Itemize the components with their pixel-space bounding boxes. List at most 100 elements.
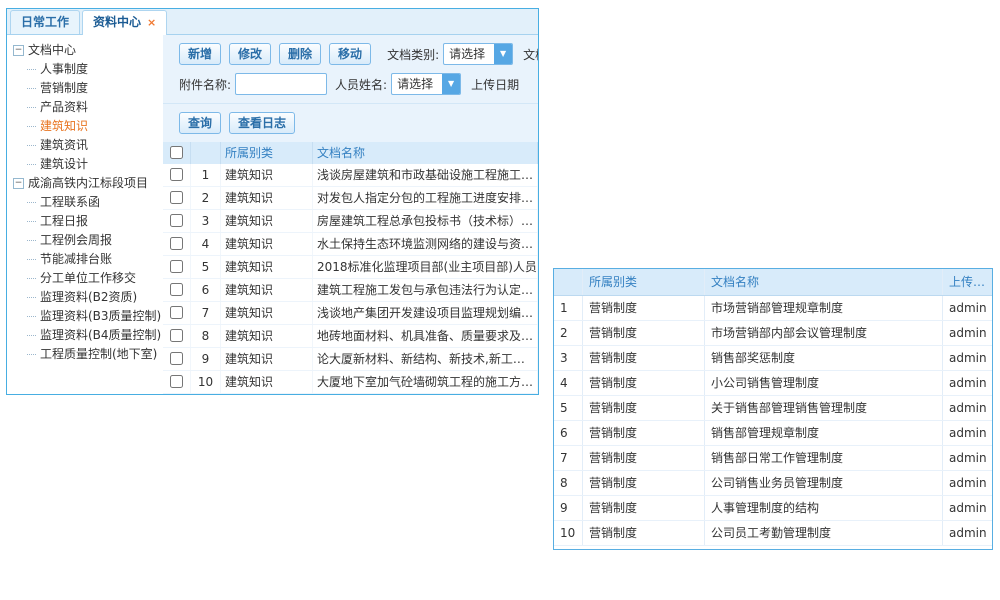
table-row[interactable]: 8 建筑知识 地砖地面材料、机具准备、质量要求及… (163, 325, 538, 348)
tree-node[interactable]: 监理资料(B4质量控制) (7, 326, 163, 345)
table-row[interactable]: 4 建筑知识 水土保持生态环境监测网络的建设与资… (163, 233, 538, 256)
row-category: 营销制度 (582, 421, 704, 445)
table-row[interactable]: 3 营销制度 销售部奖惩制度 admin (554, 346, 992, 371)
table-row[interactable]: 2 营销制度 市场营销部内部会议管理制度 admin (554, 321, 992, 346)
row-category: 营销制度 (582, 521, 704, 545)
tree-node-label: 人事制度 (40, 62, 88, 76)
tab-daily-work[interactable]: 日常工作 (10, 10, 80, 34)
modify-button[interactable]: 修改 (229, 43, 271, 65)
table-row[interactable]: 1 建筑知识 浅谈房屋建筑和市政基础设施工程施工… (163, 164, 538, 187)
view-log-button[interactable]: 查看日志 (229, 112, 295, 134)
tree-node[interactable]: 工程日报 (7, 212, 163, 231)
table-row[interactable]: 1 营销制度 市场营销部管理规章制度 admin (554, 296, 992, 321)
row-docname: 销售部奖惩制度 (704, 346, 942, 370)
dropdown-arrow-icon[interactable]: ▼ (442, 74, 460, 94)
delete-button[interactable]: 删除 (279, 43, 321, 65)
row-docname: 公司销售业务员管理制度 (704, 471, 942, 495)
tree-node-label: 建筑资讯 (40, 138, 88, 152)
row-checkbox[interactable] (170, 329, 183, 342)
row-category: 营销制度 (582, 446, 704, 470)
person-name-select[interactable]: 请选择 ▼ (391, 73, 461, 95)
table-row[interactable]: 10 建筑知识 大厦地下室加气砼墙砌筑工程的施工方… (163, 371, 538, 394)
row-category: 建筑知识 (221, 256, 313, 278)
table-row[interactable]: 8 营销制度 公司销售业务员管理制度 admin (554, 471, 992, 496)
row-number: 6 (191, 279, 221, 301)
tree-node-project-root[interactable]: −成渝高铁内江标段项目 (7, 174, 163, 193)
add-button[interactable]: 新增 (179, 43, 221, 65)
move-button[interactable]: 移动 (329, 43, 371, 65)
tree-node-label: 文档中心 (28, 43, 76, 57)
row-category: 营销制度 (582, 471, 704, 495)
row-checkbox[interactable] (170, 168, 183, 181)
collapse-icon[interactable]: − (13, 45, 24, 56)
row-docname: 销售部日常工作管理制度 (704, 446, 942, 470)
table-row[interactable]: 2 建筑知识 对发包人指定分包的工程施工进度安排… (163, 187, 538, 210)
attachment-name-input[interactable] (235, 73, 327, 95)
table-row[interactable]: 9 建筑知识 论大厦新材料、新结构、新技术,新工… (163, 348, 538, 371)
row-category: 营销制度 (582, 321, 704, 345)
row-checkbox[interactable] (170, 306, 183, 319)
row-category: 建筑知识 (221, 164, 313, 186)
tree-node[interactable]: 产品资料 (7, 98, 163, 117)
tree-node-label: 成渝高铁内江标段项目 (28, 176, 148, 190)
table-row[interactable]: 4 营销制度 小公司销售管理制度 admin (554, 371, 992, 396)
row-docname: 浅谈房屋建筑和市政基础设施工程施工… (313, 164, 538, 186)
tree-node-selected[interactable]: 建筑知识 (7, 117, 163, 136)
tab-data-center[interactable]: 资料中心 × (82, 10, 167, 35)
tree-node[interactable]: 节能减排台账 (7, 250, 163, 269)
toolbar-row: 新增 修改 删除 移动 文档类别: 请选择 ▼ 文档 (179, 43, 538, 65)
row-checkbox[interactable] (170, 375, 183, 388)
table-row[interactable]: 6 营销制度 销售部管理规章制度 admin (554, 421, 992, 446)
tree-node[interactable]: 分工单位工作移交 (7, 269, 163, 288)
tree-node[interactable]: 工程质量控制(地下室) (7, 345, 163, 364)
table-row[interactable]: 7 营销制度 销售部日常工作管理制度 admin (554, 446, 992, 471)
row-number: 8 (554, 471, 582, 495)
tree-node[interactable]: 建筑设计 (7, 155, 163, 174)
row-checkbox[interactable] (170, 191, 183, 204)
row-uploader: admin (942, 471, 992, 495)
row-number: 1 (554, 296, 582, 320)
table-row[interactable]: 3 建筑知识 房屋建筑工程总承包投标书（技术标）… (163, 210, 538, 233)
tree-node[interactable]: 工程联系函 (7, 193, 163, 212)
collapse-icon[interactable]: − (13, 178, 24, 189)
table-header: 所属别类 文档名称 上传… (554, 269, 992, 296)
tree-node-label: 建筑知识 (40, 119, 88, 133)
close-icon[interactable]: × (147, 16, 156, 29)
table-row[interactable]: 9 营销制度 人事管理制度的结构 admin (554, 496, 992, 521)
upload-date-label-clipped: 上传日期 (471, 76, 519, 93)
row-number: 1 (191, 164, 221, 186)
row-checkbox[interactable] (170, 352, 183, 365)
tree-node[interactable]: 建筑资讯 (7, 136, 163, 155)
doc-category-select[interactable]: 请选择 ▼ (443, 43, 513, 65)
tree-node-label: 监理资料(B2资质) (40, 290, 137, 304)
row-checkbox[interactable] (170, 283, 183, 296)
select-all-checkbox[interactable] (170, 146, 183, 159)
row-checkbox[interactable] (170, 237, 183, 250)
tree-node[interactable]: 监理资料(B2资质) (7, 288, 163, 307)
row-uploader: admin (942, 496, 992, 520)
row-checkbox[interactable] (170, 214, 183, 227)
number-column-header (554, 269, 582, 295)
row-checkbox[interactable] (170, 260, 183, 273)
tree-node[interactable]: 工程例会周报 (7, 231, 163, 250)
row-number: 10 (554, 521, 582, 545)
row-uploader: admin (942, 346, 992, 370)
tree-node[interactable]: 监理资料(B3质量控制) (7, 307, 163, 326)
table-row[interactable]: 7 建筑知识 浅谈地产集团开发建设项目监理规划编… (163, 302, 538, 325)
table-row[interactable]: 10 营销制度 公司员工考勤管理制度 admin (554, 521, 992, 546)
table-row[interactable]: 6 建筑知识 建筑工程施工发包与承包违法行为认定… (163, 279, 538, 302)
row-docname: 公司员工考勤管理制度 (704, 521, 942, 545)
query-button[interactable]: 查询 (179, 112, 221, 134)
row-number: 3 (191, 210, 221, 232)
tab-label: 资料中心 (93, 15, 141, 29)
row-number: 2 (191, 187, 221, 209)
table-row[interactable]: 5 建筑知识 2018标准化监理项目部(业主项目部)人员… (163, 256, 538, 279)
tree-node[interactable]: 营销制度 (7, 79, 163, 98)
tree-node-document-center[interactable]: −文档中心 (7, 41, 163, 60)
dropdown-arrow-icon[interactable]: ▼ (494, 44, 512, 64)
number-column-header (191, 142, 221, 164)
tree-node[interactable]: 人事制度 (7, 60, 163, 79)
category-column-header: 所属别类 (582, 269, 704, 295)
table-row[interactable]: 5 营销制度 关于销售部管理销售管理制度 admin (554, 396, 992, 421)
row-number: 9 (554, 496, 582, 520)
